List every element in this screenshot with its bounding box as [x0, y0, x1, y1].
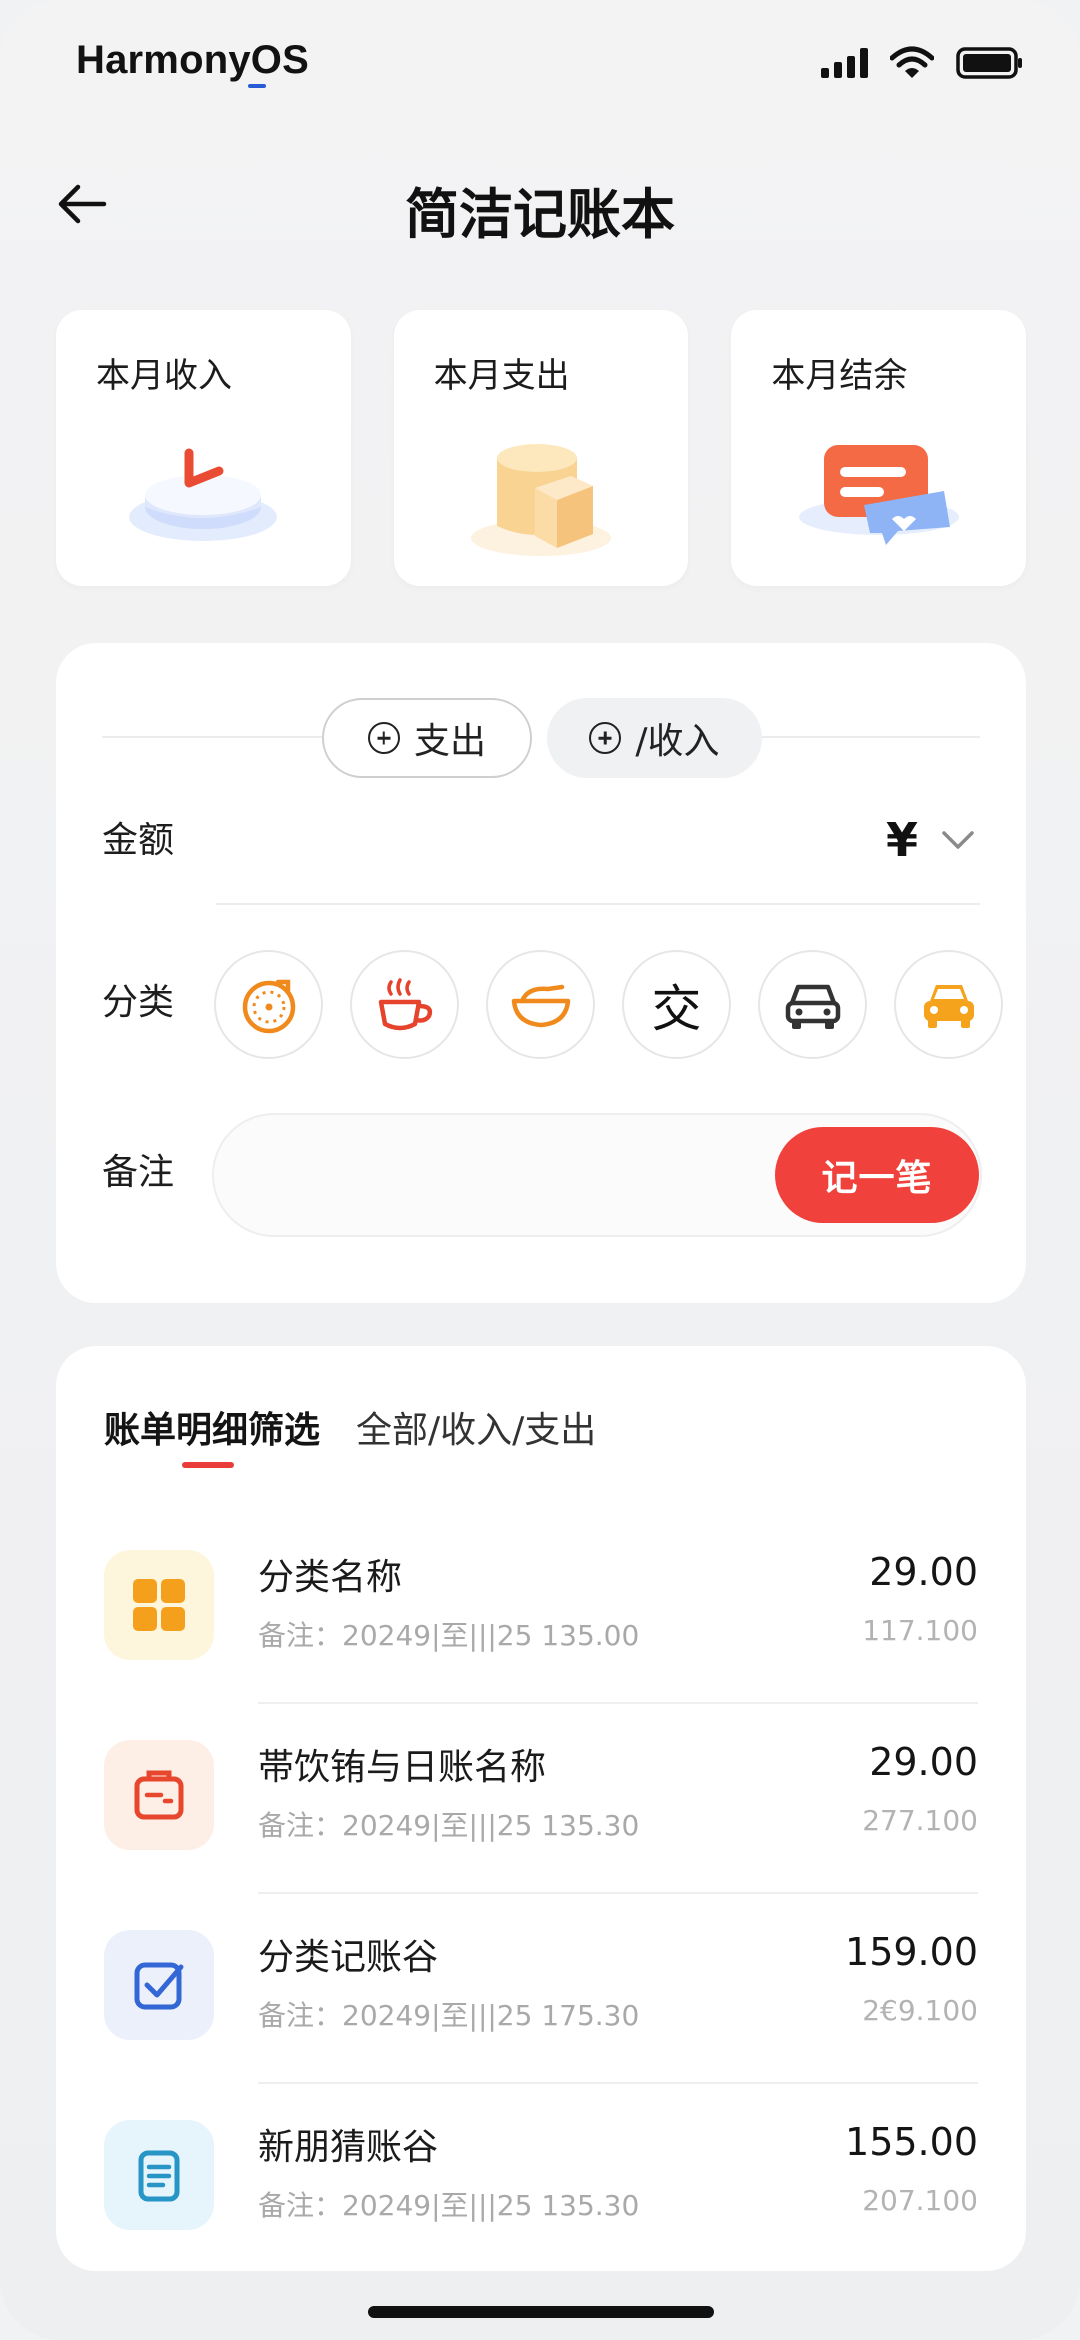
list-item[interactable]: 帯饮铕与日账名称 备注：20249|至|||25 135.30 29.00 27… [104, 1704, 978, 1894]
status-icons [821, 46, 1024, 80]
bill-sub-amount: 207.100 [862, 2184, 978, 2217]
list-item[interactable]: 分类名称 备注：20249|至|||25 135.00 29.00 117.10… [104, 1514, 978, 1704]
filter-title[interactable]: 账单明细筛选 [104, 1401, 320, 1453]
bill-name: 新朋猜账谷 [258, 2127, 439, 2168]
category-coffee[interactable] [350, 950, 459, 1059]
brand-underline [248, 84, 266, 88]
battery-icon [956, 46, 1024, 80]
filter-active-indicator [182, 1462, 234, 1468]
filter-options[interactable]: 全部/收入/支出 [356, 1401, 596, 1453]
timer-icon [242, 979, 295, 1033]
category-timer[interactable] [214, 950, 323, 1059]
bill-name: 分类记账谷 [258, 1937, 439, 1978]
amount-input-underline[interactable] [216, 903, 980, 905]
bill-amount: 159.00 [845, 1930, 978, 1974]
list-item[interactable]: 新朋猜账谷 备注：20249|至|||25 135.30 155.00 207.… [104, 2084, 978, 2274]
tab-income[interactable]: /收入 [547, 698, 762, 778]
tab-income-label: /收入 [635, 721, 720, 762]
plus-circle-icon [367, 722, 400, 754]
record-button[interactable]: 记一笔 [775, 1127, 979, 1223]
checkbox-icon [104, 1930, 214, 2040]
summary-label: 本月支出 [433, 356, 570, 396]
bill-note: 备注：20249|至|||25 135.30 [258, 2189, 640, 2222]
bill-amount: 29.00 [869, 1740, 978, 1784]
category-bowl[interactable] [486, 950, 595, 1059]
bill-list-card: 账单明细筛选 全部/收入/支出 分类名称 备注：20249|至|||25 135… [56, 1346, 1026, 2271]
bill-name: 分类名称 [258, 1557, 403, 1598]
signal-icon [821, 48, 868, 78]
income-illustration-icon [56, 420, 351, 570]
expense-illustration-icon [394, 420, 689, 570]
bag-icon [104, 1740, 214, 1850]
tab-expense-label: 支出 [413, 721, 486, 762]
plus-circle-icon [589, 722, 622, 754]
bill-name: 帯饮铕与日账名称 [258, 1747, 547, 1788]
entry-form: 支出 /收入 金额 ¥ 分类 交 备注 记一笔 [56, 643, 1026, 1303]
grid-icon [104, 1550, 214, 1660]
summary-card-income[interactable]: 本月收入 [56, 310, 351, 586]
divider [102, 736, 322, 738]
bill-note: 备注：20249|至|||25 135.30 [258, 1809, 640, 1842]
note-label: 备注 [102, 1152, 175, 1193]
home-indicator[interactable] [368, 2306, 714, 2318]
summary-card-balance[interactable]: 本月结余 [731, 310, 1027, 586]
page-title: 简洁记账本 [405, 183, 675, 246]
monthly-summary: 本月收入 本月支出 本月结余 [56, 310, 1027, 586]
category-label: 分类 [102, 982, 175, 1023]
chevron-down-icon[interactable] [938, 823, 978, 857]
summary-label: 本月收入 [96, 356, 232, 396]
document-icon [104, 2120, 214, 2230]
bill-note: 备注：20249|至|||25 175.30 [258, 1999, 640, 2032]
currency-selector[interactable]: ¥ [886, 813, 918, 867]
category-taxi[interactable] [894, 950, 1003, 1059]
tab-expense[interactable]: 支出 [322, 698, 532, 778]
category-list: 交 [214, 950, 1003, 1059]
wifi-icon [890, 46, 934, 80]
os-brand: HarmonyOS [76, 38, 309, 82]
bill-note: 备注：20249|至|||25 135.00 [258, 1619, 640, 1652]
car-icon [785, 984, 840, 1029]
header: 简洁记账本 [0, 150, 1080, 260]
category-glyph: 交 [651, 979, 702, 1038]
app-screen: HarmonyOS 简洁记账本 本月收入 本月支出 本月结余 支出 /收入 金额… [0, 0, 1080, 2340]
bill-amount: 155.00 [845, 2120, 978, 2164]
bowl-icon [511, 984, 570, 1027]
category-transport[interactable]: 交 [622, 950, 731, 1059]
list-item[interactable]: 分类记账谷 备注：20249|至|||25 175.30 159.00 2€9.… [104, 1894, 978, 2084]
bill-sub-amount: 277.100 [862, 1804, 978, 1837]
summary-label: 本月结余 [771, 356, 908, 396]
status-bar: HarmonyOS [0, 0, 1080, 130]
category-car[interactable] [758, 950, 867, 1059]
amount-label: 金额 [102, 820, 175, 861]
taxi-icon [923, 984, 974, 1028]
coffee-icon [378, 977, 432, 1030]
bill-sub-amount: 117.100 [862, 1614, 978, 1647]
summary-card-expense[interactable]: 本月支出 [393, 310, 689, 586]
divider [762, 736, 980, 738]
bill-sub-amount: 2€9.100 [862, 1994, 978, 2027]
balance-illustration-icon [731, 420, 1026, 570]
bill-amount: 29.00 [869, 1550, 978, 1594]
